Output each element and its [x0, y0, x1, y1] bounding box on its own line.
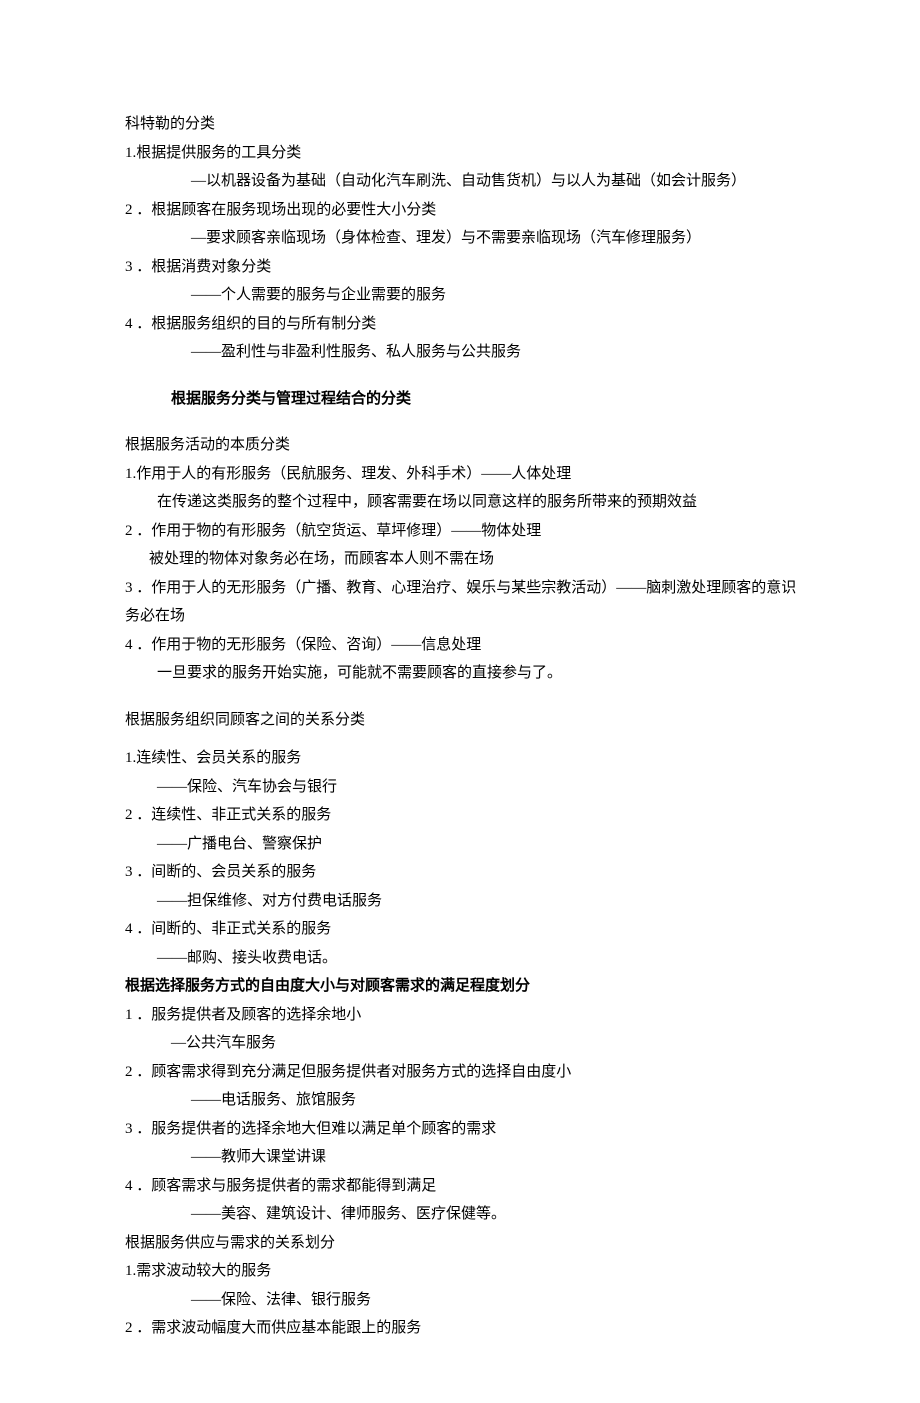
list-sub: ——电话服务、旅馆服务: [125, 1086, 800, 1115]
list-item: 1.根据提供服务的工具分类: [125, 139, 800, 168]
list-item: 2 ．连续性、非正式关系的服务: [125, 801, 800, 830]
list-item: 3 ．根据消费对象分类: [125, 253, 800, 282]
section-title: 根据服务供应与需求的关系划分: [125, 1229, 800, 1258]
section-title: 根据服务组织同顾客之间的关系分类: [125, 706, 800, 735]
list-sub: ——广播电台、警察保护: [125, 830, 800, 859]
list-sub: 在传递这类服务的整个过程中，顾客需要在场以同意这样的服务所带来的预期效益: [125, 488, 800, 517]
list-item: 2 ．根据顾客在服务现场出现的必要性大小分类: [125, 196, 800, 225]
list-sub: —公共汽车服务: [125, 1029, 800, 1058]
list-sub: ——教师大课堂讲课: [125, 1143, 800, 1172]
document-page: 科特勒的分类 1.根据提供服务的工具分类 —以机器设备为基础（自动化汽车刷洗、自…: [0, 0, 920, 1403]
list-sub: ——盈利性与非盈利性服务、私人服务与公共服务: [125, 338, 800, 367]
list-sub: 被处理的物体对象务必在场，而顾客本人则不需在场: [125, 545, 800, 574]
list-sub: ——美容、建筑设计、律师服务、医疗保健等。: [125, 1200, 800, 1229]
heading: 根据选择服务方式的自由度大小与对顾客需求的满足程度划分: [125, 972, 800, 1001]
list-item: 2 ．需求波动幅度大而供应基本能跟上的服务: [125, 1314, 800, 1343]
list-item: 1.连续性、会员关系的服务: [125, 744, 800, 773]
list-item: 1 ．服务提供者及顾客的选择余地小: [125, 1001, 800, 1030]
heading: 根据服务分类与管理过程结合的分类: [125, 385, 800, 414]
list-sub: ——保险、汽车协会与银行: [125, 773, 800, 802]
list-item: 1.作用于人的有形服务（民航服务、理发、外科手术）——人体处理: [125, 460, 800, 489]
list-sub: —以机器设备为基础（自动化汽车刷洗、自动售货机）与以人为基础（如会计服务）: [125, 167, 800, 196]
list-sub: ——个人需要的服务与企业需要的服务: [125, 281, 800, 310]
list-item: 4 ．间断的、非正式关系的服务: [125, 915, 800, 944]
list-sub: ——担保维修、对方付费电话服务: [125, 887, 800, 916]
list-item: 1.需求波动较大的服务: [125, 1257, 800, 1286]
list-sub: —要求顾客亲临现场（身体检查、理发）与不需要亲临现场（汽车修理服务）: [125, 224, 800, 253]
list-item: 4 ．顾客需求与服务提供者的需求都能得到满足: [125, 1172, 800, 1201]
list-item: 4 ．作用于物的无形服务（保险、咨询）——信息处理: [125, 631, 800, 660]
list-item: 3 ．作用于人的无形服务（广播、教育、心理治疗、娱乐与某些宗教活动）——脑刺激处…: [125, 574, 800, 631]
list-sub: ——邮购、接头收费电话。: [125, 944, 800, 973]
section-title: 科特勒的分类: [125, 110, 800, 139]
list-item: 2 ．作用于物的有形服务（航空货运、草坪修理）——物体处理: [125, 517, 800, 546]
list-item: 2 ．顾客需求得到充分满足但服务提供者对服务方式的选择自由度小: [125, 1058, 800, 1087]
list-item: 4 ．根据服务组织的目的与所有制分类: [125, 310, 800, 339]
list-item: 3 ．间断的、会员关系的服务: [125, 858, 800, 887]
list-sub: ——保险、法律、银行服务: [125, 1286, 800, 1315]
list-sub: 一旦要求的服务开始实施，可能就不需要顾客的直接参与了。: [125, 659, 800, 688]
list-item: 3 ．服务提供者的选择余地大但难以满足单个顾客的需求: [125, 1115, 800, 1144]
section-title: 根据服务活动的本质分类: [125, 431, 800, 460]
